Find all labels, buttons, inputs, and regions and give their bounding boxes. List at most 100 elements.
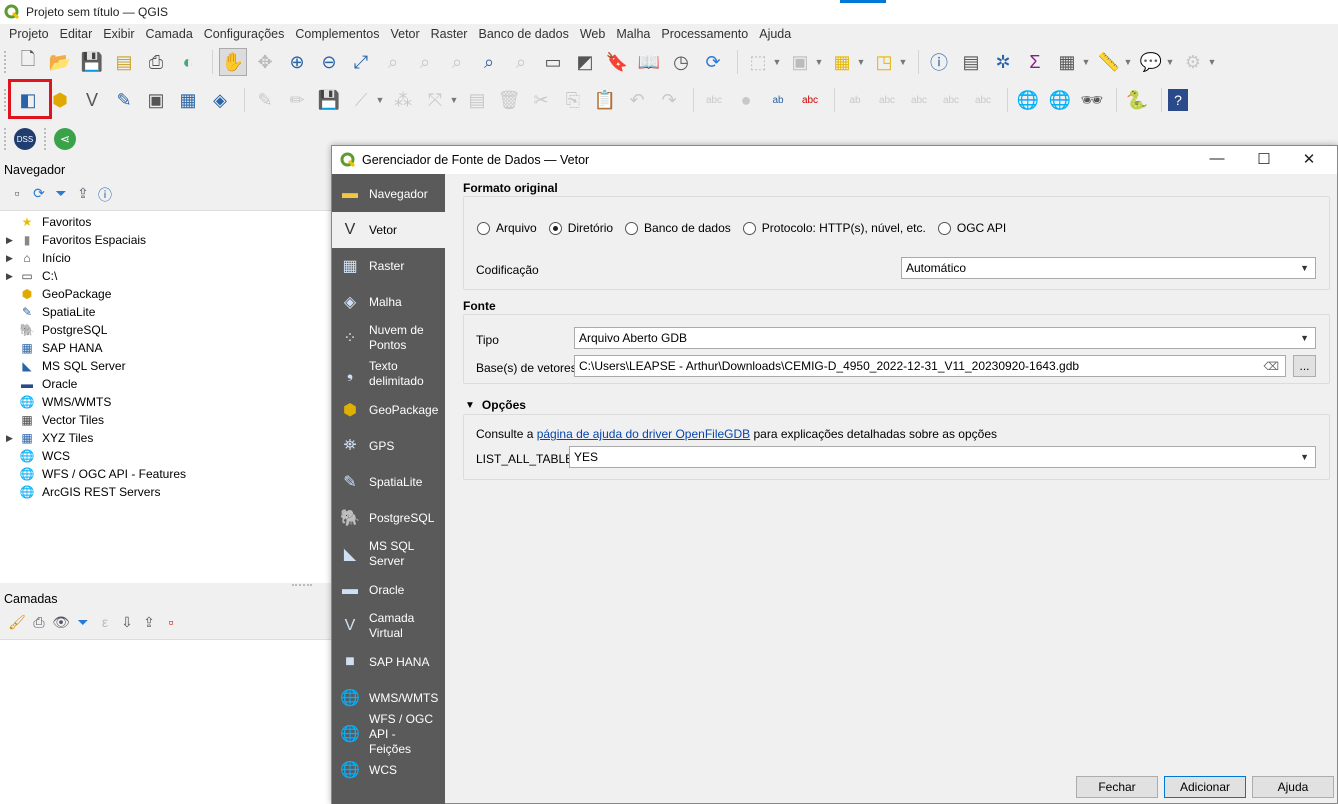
- redo-icon[interactable]: ↷: [655, 86, 683, 114]
- save-edits-icon[interactable]: 💾: [315, 86, 343, 114]
- info-icon[interactable]: ⓘ: [94, 185, 116, 205]
- navigator-item[interactable]: 🌐 ArcGIS REST Servers: [6, 483, 161, 501]
- zoom-to-selection-icon[interactable]: ⌕: [379, 48, 407, 76]
- sidebar-item[interactable]: V Vetor: [332, 212, 445, 248]
- toolbar-grip[interactable]: [4, 51, 8, 73]
- menu-item-10[interactable]: Malha: [616, 27, 650, 41]
- sidebar-item[interactable]: 🐘 PostgreSQL: [332, 500, 445, 536]
- processing-dropdown-icon[interactable]: ▼: [1207, 48, 1217, 76]
- toolbar-grip[interactable]: [44, 128, 48, 150]
- close-icon[interactable]: ✕: [1294, 150, 1324, 170]
- navigator-item[interactable]: 🐘 PostgreSQL: [6, 321, 108, 339]
- dataset-path-input[interactable]: C:\Users\LEAPSE - Arthur\Downloads\CEMIG…: [574, 355, 1286, 377]
- source-type-radio[interactable]: Arquivo: [477, 221, 537, 235]
- zoom-next-icon[interactable]: ⌕: [507, 48, 535, 76]
- deselect-icon[interactable]: ▣: [786, 48, 814, 76]
- menu-item-3[interactable]: Camada: [146, 27, 193, 41]
- sidebar-item[interactable]: ◈ Malha: [332, 284, 445, 320]
- temporal-controller-icon[interactable]: ◷: [667, 48, 695, 76]
- sidebar-item[interactable]: ⁘ Nuvem de Pontos: [332, 320, 445, 356]
- open-project-icon[interactable]: 📂: [46, 48, 74, 76]
- digitize-dropdown-icon[interactable]: ▼: [375, 86, 385, 114]
- pin-labels-icon[interactable]: ●: [732, 86, 760, 114]
- chevron-right-icon[interactable]: ▶: [6, 253, 18, 264]
- identify-icon[interactable]: ⓘ: [925, 48, 953, 76]
- new-map-view-icon[interactable]: ▭: [539, 48, 567, 76]
- zoom-native-icon[interactable]: ⌕: [443, 48, 471, 76]
- attribute-table-icon[interactable]: ▤: [957, 48, 985, 76]
- select-location-icon[interactable]: ◳: [870, 48, 898, 76]
- navigator-item[interactable]: ▶ ▦ XYZ Tiles: [6, 429, 93, 447]
- minimize-icon[interactable]: —: [1202, 150, 1232, 170]
- navigator-item[interactable]: ▶ ▮ Favoritos Espaciais: [6, 231, 146, 249]
- deselect-dropdown-icon[interactable]: ▼: [814, 48, 824, 76]
- new-mesh-layer-icon[interactable]: ◈: [206, 86, 234, 114]
- label-reset-icon[interactable]: abc: [969, 86, 997, 114]
- navigator-item[interactable]: 🌐 WFS / OGC API - Features: [6, 465, 187, 483]
- bookmark-new-icon[interactable]: 🔖: [603, 48, 631, 76]
- navigator-item[interactable]: ▬ Oracle: [6, 375, 77, 393]
- zoom-to-layer-icon[interactable]: ⌕: [411, 48, 439, 76]
- bookmarks-icon[interactable]: 📖: [635, 48, 663, 76]
- navigator-item[interactable]: 🌐 WCS: [6, 447, 70, 465]
- style-manager-icon[interactable]: ◐: [174, 48, 202, 76]
- label-tool-icon[interactable]: abc: [700, 86, 728, 114]
- encoding-select[interactable]: Automático ▼: [901, 257, 1316, 279]
- add-group-icon[interactable]: ⎙: [28, 614, 50, 631]
- copy-icon[interactable]: ⎘: [559, 86, 587, 114]
- pan-icon[interactable]: ✋: [219, 48, 247, 76]
- driver-help-link[interactable]: página de ajuda do driver OpenFileGDB: [537, 427, 750, 441]
- label-highlight-icon[interactable]: ab: [764, 86, 792, 114]
- delete-selected-icon[interactable]: 🗑: [495, 86, 523, 114]
- zoom-in-icon[interactable]: ⊕: [283, 48, 311, 76]
- source-type-radio[interactable]: Banco de dados: [625, 221, 731, 235]
- label-show-icon[interactable]: abc: [873, 86, 901, 114]
- metasearch-icon[interactable]: 🌐: [1014, 86, 1042, 114]
- help-icon[interactable]: ?: [1168, 89, 1188, 111]
- sidebar-item[interactable]: 🌐 WCS: [332, 752, 445, 788]
- share-icon[interactable]: ⋖: [54, 128, 76, 150]
- toggle-edit-icon[interactable]: ✏: [283, 86, 311, 114]
- source-type-radio[interactable]: Protocolo: HTTP(s), núvel, etc.: [742, 221, 926, 235]
- chevron-right-icon[interactable]: ▶: [6, 271, 18, 282]
- menu-item-12[interactable]: Ajuda: [759, 27, 791, 41]
- zoom-out-icon[interactable]: ⊖: [315, 48, 343, 76]
- refresh-icon[interactable]: ⟳: [699, 48, 727, 76]
- new-project-icon[interactable]: 🗋: [14, 48, 42, 76]
- toolbar-grip[interactable]: [4, 128, 8, 150]
- python-icon[interactable]: 🐍: [1123, 86, 1151, 114]
- sidebar-item[interactable]: ✎ SpatiaLite: [332, 464, 445, 500]
- new-virtual-layer-icon[interactable]: ▦: [174, 86, 202, 114]
- filter-icon[interactable]: ⏷: [50, 185, 72, 205]
- add-button[interactable]: Adicionar: [1164, 776, 1246, 798]
- collapse-arrow-icon[interactable]: ▼: [465, 400, 475, 411]
- close-button[interactable]: Fechar: [1076, 776, 1158, 798]
- node-tool-icon[interactable]: ⤧: [421, 86, 449, 114]
- zoom-full-icon[interactable]: ⤢: [347, 48, 375, 76]
- chevron-right-icon[interactable]: ▶: [6, 433, 18, 444]
- type-select[interactable]: Arquivo Aberto GDB ▼: [574, 327, 1316, 349]
- sidebar-item[interactable]: ▬ Oracle: [332, 572, 445, 608]
- source-type-radio[interactable]: OGC API: [937, 221, 1006, 235]
- navigator-item[interactable]: ✎ SpatiaLite: [6, 303, 95, 321]
- help-button[interactable]: Ajuda: [1252, 776, 1334, 798]
- collapse-all-icon[interactable]: ⇪: [138, 614, 160, 631]
- menu-item-0[interactable]: Projeto: [9, 27, 49, 41]
- navigator-item[interactable]: ◣ MS SQL Server: [6, 357, 125, 375]
- menu-item-1[interactable]: Editar: [60, 27, 93, 41]
- undo-icon[interactable]: ↶: [623, 86, 651, 114]
- label-move-icon[interactable]: ab: [841, 86, 869, 114]
- manage-visibility-icon[interactable]: 👁: [50, 614, 72, 631]
- measure-dropdown-icon[interactable]: ▼: [1123, 48, 1133, 76]
- new-print-layout-icon[interactable]: ▤: [110, 48, 138, 76]
- new-spatialite-layer-icon[interactable]: ✎: [110, 86, 138, 114]
- menu-item-11[interactable]: Processamento: [661, 27, 748, 41]
- splitter-handle[interactable]: [292, 584, 312, 587]
- table-dropdown-icon[interactable]: ▼: [1081, 48, 1091, 76]
- save-project-icon[interactable]: 💾: [78, 48, 106, 76]
- vertex-tool-icon[interactable]: ⁂: [389, 86, 417, 114]
- menu-item-5[interactable]: Complementos: [295, 27, 379, 41]
- collapse-all-icon[interactable]: ⇪: [72, 185, 94, 205]
- navigator-item[interactable]: ★ Favoritos: [6, 213, 92, 231]
- menu-item-4[interactable]: Configurações: [204, 27, 285, 41]
